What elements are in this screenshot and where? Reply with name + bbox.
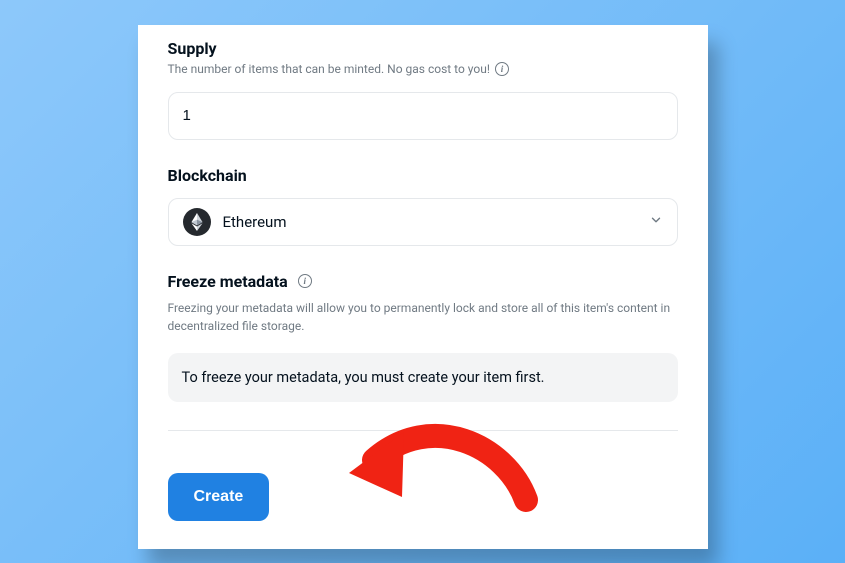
- info-icon[interactable]: i: [298, 274, 312, 288]
- chevron-down-icon: [649, 212, 663, 231]
- freeze-label: Freeze metadata: [168, 272, 288, 291]
- freeze-notice: To freeze your metadata, you must create…: [168, 353, 678, 402]
- divider: [168, 430, 678, 431]
- freeze-help-text: Freezing your metadata will allow you to…: [168, 299, 678, 335]
- supply-help-text: The number of items that can be minted. …: [168, 61, 490, 78]
- blockchain-section: Blockchain Ethereum: [168, 166, 678, 246]
- form-card: Supply The number of items that can be m…: [138, 25, 708, 549]
- supply-label: Supply: [168, 39, 678, 58]
- supply-input[interactable]: [168, 92, 678, 140]
- freeze-label-row: Freeze metadata i: [168, 272, 678, 291]
- annotation-arrow-icon: [346, 405, 546, 529]
- ethereum-icon: [183, 208, 211, 236]
- blockchain-label: Blockchain: [168, 166, 678, 185]
- supply-section: Supply The number of items that can be m…: [168, 39, 678, 140]
- blockchain-selected-text: Ethereum: [223, 213, 287, 231]
- blockchain-select-left: Ethereum: [183, 208, 287, 236]
- create-button[interactable]: Create: [168, 473, 270, 521]
- supply-help-row: The number of items that can be minted. …: [168, 61, 678, 78]
- info-icon[interactable]: i: [495, 62, 509, 76]
- blockchain-select[interactable]: Ethereum: [168, 198, 678, 246]
- freeze-section: Freeze metadata i Freezing your metadata…: [168, 272, 678, 402]
